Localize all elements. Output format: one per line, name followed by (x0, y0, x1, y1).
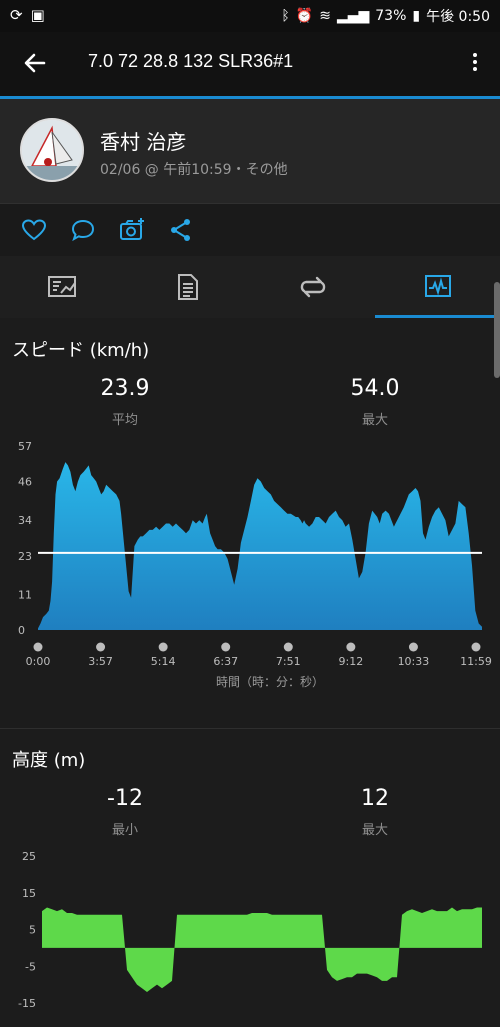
speed-area-series (38, 462, 482, 630)
wifi-icon: ≋ (319, 8, 331, 24)
speed-chart: 0 11 23 34 46 57 0:00 3:57 5:14 6:37 7:51 9:12 10:3… (18, 440, 492, 689)
speed-xtick-label: 3:57 (88, 655, 113, 668)
sync-icon: ⟳ (10, 6, 23, 24)
altitude-ytick-label: 25 (22, 850, 36, 863)
speed-xtick-label: 0:00 (26, 655, 51, 668)
speed-ytick-label: 23 (18, 550, 32, 563)
app-bar: 7.0 72 28.8 132 SLR36#1 (0, 32, 500, 99)
speed-xaxis-label: 時間（時：分：秒） (216, 675, 324, 689)
speed-xtick-label: 7:51 (276, 655, 301, 668)
avatar-image (22, 120, 82, 180)
alarm-icon: ⏰ (295, 8, 314, 24)
activity-tabs (0, 256, 500, 318)
overview-chart-icon (47, 276, 76, 297)
battery-percent: 73% (375, 8, 407, 24)
speed-title: スピード (km/h) (12, 340, 150, 361)
speed-xtick-label: 11:59 (460, 655, 492, 668)
altitude-area-series (42, 907, 482, 992)
more-options-icon[interactable] (470, 50, 480, 78)
activity-header: 香村 治彦 02/06 @ 午前10:59・その他 (0, 99, 500, 203)
speed-ytick-label: 46 (18, 476, 32, 489)
tab-details[interactable] (125, 256, 250, 318)
altitude-ytick-label: 5 (29, 924, 36, 937)
status-right: ᛒ ⏰ ≋ ▂▄▆ 73% ▮ 午後 0:50 (281, 6, 490, 26)
like-heart-icon[interactable] (20, 216, 48, 244)
activity-title: 7.0 72 28.8 132 SLR36#1 (88, 51, 294, 71)
altitude-min-label: 最小 (111, 823, 138, 838)
speed-ytick-label: 0 (18, 624, 25, 637)
speed-ytick-label: 34 (18, 514, 32, 527)
speed-max-label: 最大 (361, 413, 388, 428)
add-photo-icon[interactable] (118, 216, 146, 244)
speed-xtick-dot[interactable] (33, 642, 43, 652)
speed-xtick-dot[interactable] (158, 642, 168, 652)
activity-meta: 02/06 @ 午前10:59・その他 (100, 162, 288, 178)
comment-icon[interactable] (69, 216, 97, 244)
signal-icon: ▂▄▆ (336, 8, 370, 24)
speed-xtick-dot[interactable] (408, 642, 418, 652)
altitude-title: 高度 (m) (12, 750, 86, 771)
speed-ytick-label: 11 (18, 588, 32, 601)
speed-ytick-label: 57 (18, 440, 32, 453)
speed-max-value: 54.0 (350, 376, 400, 401)
charts-icon (424, 274, 451, 297)
avatar[interactable] (20, 118, 84, 182)
altitude-ytick-label: 15 (22, 887, 36, 900)
laps-loop-icon (300, 276, 325, 298)
speed-xtick-label: 9:12 (339, 655, 364, 668)
altitude-min-value: -12 (107, 786, 143, 811)
altitude-max-value: 12 (361, 786, 389, 811)
speed-xtick-dot[interactable] (283, 642, 293, 652)
speed-xtick-dot[interactable] (346, 642, 356, 652)
speed-xtick-dot[interactable] (96, 642, 106, 652)
altitude-ytick-label: -5 (25, 960, 36, 973)
altitude-ytick-label: -15 (18, 997, 36, 1010)
battery-icon: ▮ (412, 8, 421, 24)
share-icon[interactable] (167, 216, 195, 244)
document-icon (177, 274, 198, 300)
speed-xtick-label: 5:14 (151, 655, 176, 668)
action-bar (0, 203, 500, 257)
status-bar: ⟳ ▣ ᛒ ⏰ ≋ ▂▄▆ 73% ▮ 午後 0:50 (0, 0, 500, 32)
scrollbar[interactable] (494, 282, 500, 378)
status-time: 午後 0:50 (426, 9, 490, 25)
screenshot-icon: ▣ (30, 6, 45, 24)
athlete-name[interactable]: 香村 治彦 (100, 126, 186, 155)
speed-xtick-dot[interactable] (471, 642, 481, 652)
speed-xtick-label: 10:33 (398, 655, 430, 668)
tab-charts[interactable] (375, 256, 500, 318)
altitude-chart: 25 15 5 -5 -15 (18, 850, 482, 1010)
tab-laps[interactable] (250, 256, 375, 318)
speed-xtick-dot[interactable] (221, 642, 231, 652)
speed-avg-value: 23.9 (100, 376, 150, 401)
altitude-max-label: 最大 (361, 823, 388, 838)
tab-overview[interactable] (0, 256, 125, 318)
bluetooth-icon: ᛒ (281, 8, 290, 24)
back-arrow-icon[interactable] (20, 48, 50, 78)
speed-avg-label: 平均 (111, 413, 138, 428)
section-divider (0, 728, 500, 729)
status-left-icons: ⟳ ▣ (10, 6, 45, 24)
speed-xtick-label: 6:37 (213, 655, 238, 668)
